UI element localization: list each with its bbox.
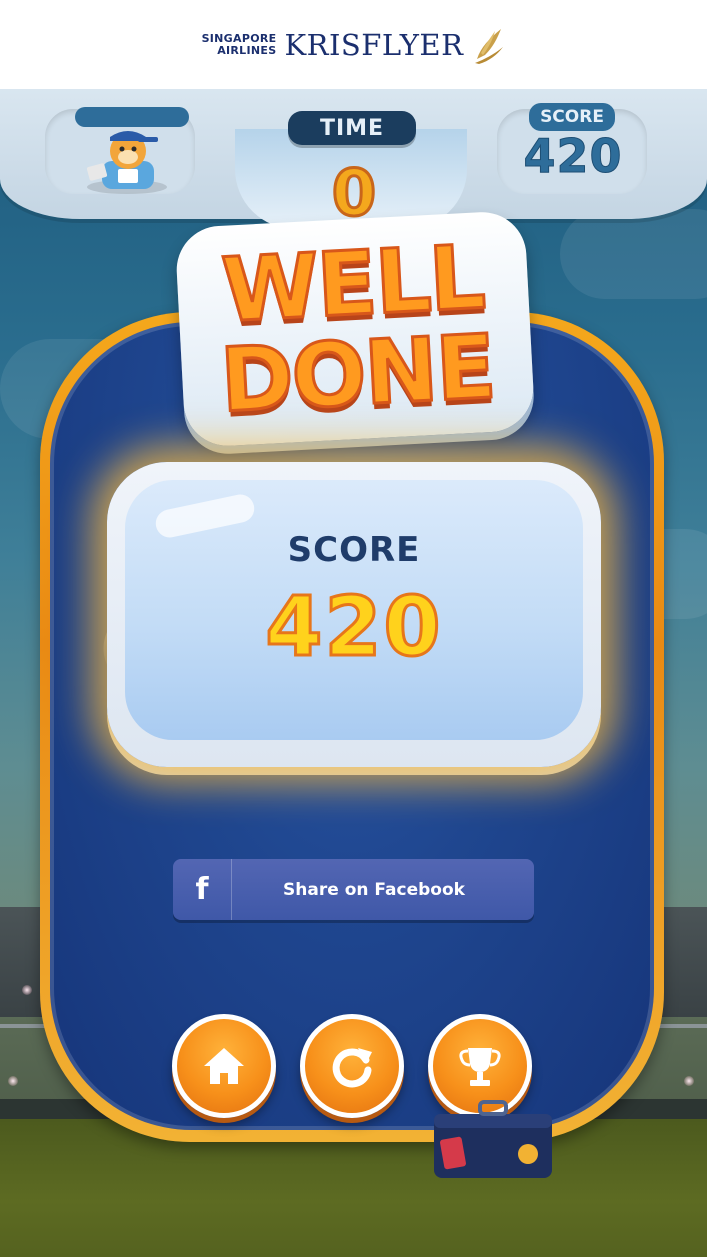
- home-button[interactable]: [172, 1014, 276, 1118]
- well-done-banner: WELL DONE: [174, 209, 536, 449]
- game-area: TIME 0 SCORE 420 WELL DONE SCORE 420 f S…: [0, 89, 707, 1257]
- headline-line2: DONE: [217, 313, 499, 433]
- runway-light: [8, 1076, 18, 1086]
- replay-button[interactable]: [300, 1014, 404, 1118]
- trophy-icon: [459, 1048, 501, 1086]
- final-score-label: SCORE: [287, 530, 421, 570]
- app-header: SINGAPORE AIRLINES KRISFLYER: [0, 0, 707, 89]
- hud-score-label: SCORE: [529, 103, 615, 131]
- timer-label: TIME: [288, 111, 416, 145]
- bird-icon: [475, 28, 504, 64]
- final-score-panel-inner: SCORE 420: [125, 480, 583, 740]
- airline-line2: AIRLINES: [217, 43, 277, 57]
- airline-line1: SINGAPORE: [201, 31, 277, 45]
- final-score-value: 420: [264, 579, 443, 677]
- game-hud: TIME 0 SCORE 420: [0, 89, 707, 233]
- hud-score-value: 420: [523, 129, 623, 184]
- mascot-avatar: [86, 131, 167, 194]
- background-cloud: [560, 209, 707, 299]
- facebook-icon: f: [173, 859, 232, 920]
- share-facebook-button[interactable]: f Share on Facebook: [173, 859, 534, 920]
- brand-logo: SINGAPORE AIRLINES KRISFLYER: [202, 25, 506, 65]
- final-score-panel: SCORE 420: [107, 462, 601, 767]
- home-icon: [204, 1048, 244, 1084]
- share-facebook-label: Share on Facebook: [283, 879, 465, 900]
- runway-light: [684, 1076, 694, 1086]
- runway-light: [22, 985, 32, 995]
- replay-icon: [332, 1048, 372, 1088]
- program-name: KRISFLYER: [284, 27, 464, 62]
- player-name-bar: [75, 107, 189, 127]
- airline-wordmark: SINGAPORE AIRLINES: [201, 31, 277, 57]
- suitcase-decoration: [434, 1100, 552, 1178]
